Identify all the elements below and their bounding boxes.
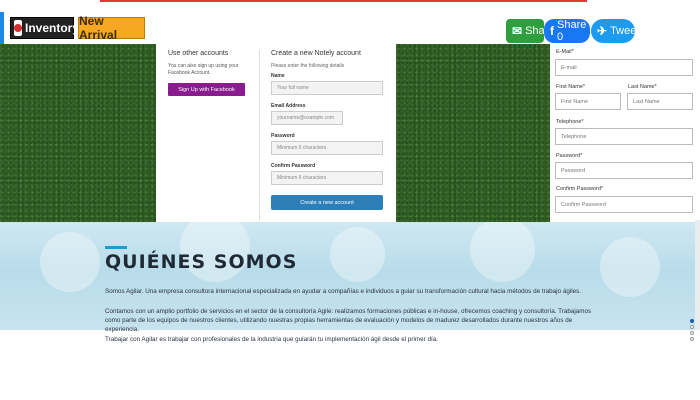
- grass-background-right: [396, 44, 550, 222]
- section-accent-bar: [105, 246, 127, 249]
- section-title: QUIÉNES SOMOS: [105, 251, 298, 273]
- inventory-label: Inventory: [25, 21, 80, 35]
- create-account-subtitle: Please enter the following details: [271, 63, 345, 69]
- left-edge-accent: [0, 12, 4, 46]
- new-arrival-button[interactable]: New Arrival: [78, 14, 145, 42]
- facebook-share-label: Share 0: [557, 19, 587, 43]
- photo-person: [330, 227, 385, 282]
- password-label: Password: [271, 133, 295, 139]
- top-toolbar: Inventory New Arrival ✉ Share f Share 0 …: [0, 2, 700, 46]
- new-arrival-label: New Arrival: [79, 14, 118, 42]
- other-accounts-column: Use other accounts You can also sign up …: [168, 50, 254, 96]
- signup-panel: Use other accounts You can also sign up …: [156, 44, 396, 222]
- twitter-bird-icon: ✈: [597, 24, 608, 38]
- whatsapp-share-button[interactable]: ✉ Share: [506, 19, 554, 43]
- confirm-password-input[interactable]: Minimum 6 characters: [271, 171, 383, 185]
- twitter-tweet-button[interactable]: ✈ Tweet: [591, 19, 639, 43]
- other-accounts-heading: Use other accounts: [168, 50, 229, 57]
- reg-password-input[interactable]: Password: [555, 162, 693, 179]
- slider-dot[interactable]: [690, 331, 694, 335]
- grass-background-left: [0, 44, 156, 222]
- photo-person: [470, 222, 535, 282]
- scrollbar-track[interactable]: [695, 220, 700, 330]
- about-paragraph-1: Somos Agilar. Una empresa consultora int…: [105, 288, 582, 295]
- create-account-column: Create a new Notely account Please enter…: [271, 50, 383, 210]
- reg-email-label: E-Mail*: [556, 49, 574, 55]
- reg-last-name-input[interactable]: Last Name: [627, 93, 693, 110]
- slider-dot-active[interactable]: [690, 319, 694, 323]
- inventory-button[interactable]: Inventory: [10, 17, 79, 39]
- confirm-password-label: Confirm Password: [271, 163, 316, 169]
- photo-person: [40, 232, 100, 292]
- slider-dot[interactable]: [690, 325, 694, 329]
- about-paragraph-2: Contamos con un amplio portfolio de serv…: [105, 308, 592, 333]
- reg-password-label: Password*: [556, 153, 583, 159]
- page: Inventory New Arrival ✉ Share f Share 0 …: [0, 0, 700, 400]
- about-paragraph-3: Trabajar con Agilar es trabajar con prof…: [105, 336, 438, 343]
- registration-form: E-Mail* E-mail First Name* First Name La…: [550, 44, 700, 222]
- photo-person: [600, 237, 660, 297]
- reg-confirm-password-input[interactable]: Confirm Password: [555, 196, 693, 213]
- password-input[interactable]: Minimum 6 characters: [271, 141, 383, 155]
- column-divider: [259, 50, 260, 220]
- other-accounts-text: You can also sign up using your Facebook…: [168, 63, 239, 76]
- reg-first-name-label: First Name*: [556, 84, 586, 90]
- facebook-share-button[interactable]: f Share 0: [544, 19, 590, 43]
- facebook-signup-button[interactable]: Sign Up with Facebook: [168, 83, 245, 96]
- slider-dot[interactable]: [690, 337, 694, 341]
- reg-email-input[interactable]: E-mail: [555, 59, 693, 76]
- reg-last-name-label: Last Name*: [628, 84, 657, 90]
- email-label: Email Address: [271, 103, 306, 109]
- reg-confirm-password-label: Confirm Password*: [556, 186, 604, 192]
- reg-telephone-input[interactable]: Telephone: [555, 128, 693, 145]
- create-account-heading: Create a new Notely account: [271, 50, 361, 57]
- create-account-button[interactable]: Create a new account: [271, 195, 383, 210]
- slider-dots: [690, 319, 696, 343]
- envelope-icon: ✉: [512, 24, 523, 38]
- facebook-icon: f: [550, 24, 554, 38]
- twitter-tweet-label: Tweet: [610, 25, 640, 37]
- email-input[interactable]: yourname@example.com: [271, 111, 343, 125]
- flag-icon: [14, 20, 22, 36]
- reg-first-name-input[interactable]: First Name: [555, 93, 621, 110]
- name-input[interactable]: Your full name: [271, 81, 383, 95]
- name-label: Name: [271, 73, 285, 79]
- reg-telephone-label: Telephone*: [556, 119, 584, 125]
